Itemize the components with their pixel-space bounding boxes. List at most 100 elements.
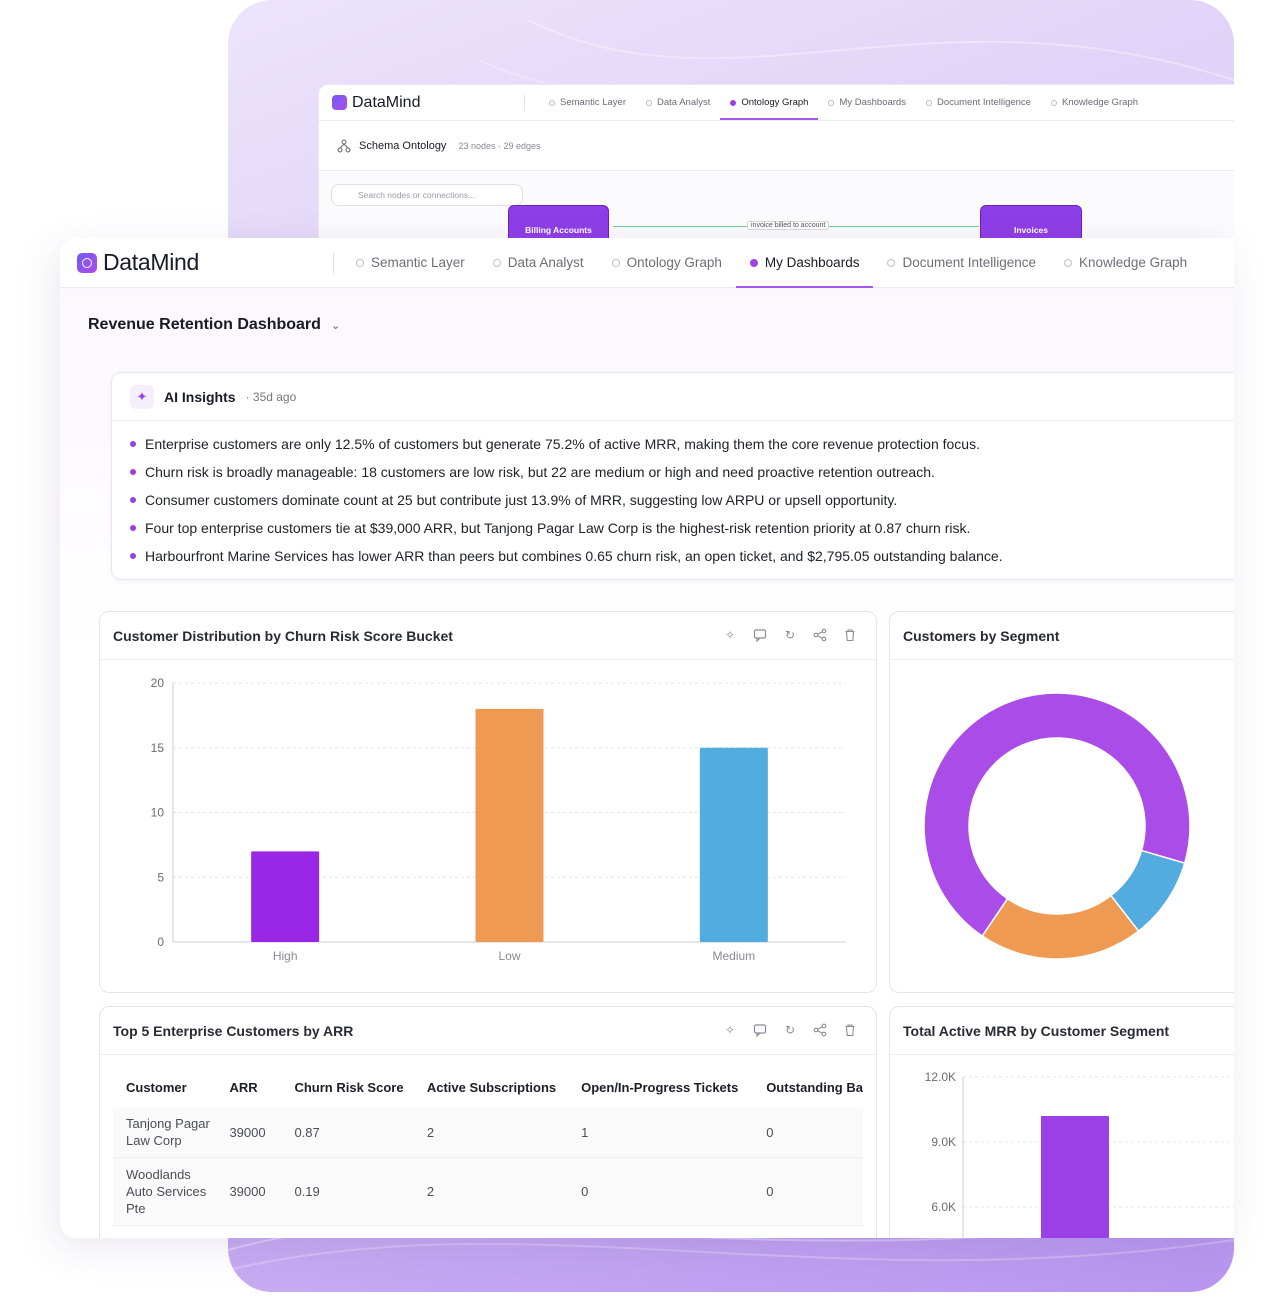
y-tick-label: 9.0K: [931, 1135, 956, 1149]
tab-label: Data Analyst: [657, 97, 711, 108]
tab-status-dot: [492, 258, 501, 267]
panel-toolbar: ✧ ↻: [722, 627, 858, 643]
y-tick-label: 20: [151, 676, 165, 690]
panel-title: Total Active MRR by Customer Segment: [903, 1022, 1170, 1039]
bar-high[interactable]: [251, 851, 320, 942]
comment-icon[interactable]: [752, 627, 768, 643]
sparkle-icon[interactable]: ✧: [722, 1022, 738, 1038]
tab-knowledge-graph[interactable]: Knowledge Graph: [1041, 85, 1148, 120]
panel-header: Customer Distribution by Churn Risk Scor…: [100, 612, 876, 660]
y-tick-label: 5: [157, 870, 164, 884]
refresh-icon[interactable]: ↻: [782, 627, 798, 643]
ai-insights-header: ✦ AI Insights · 35d ago: [112, 373, 1234, 421]
panel-header: Total Active MRR by Customer Segment: [890, 1007, 1234, 1055]
table-cell: 39000: [229, 1124, 266, 1140]
brand-logo[interactable]: DataMind: [60, 249, 333, 276]
hierarchy-icon: [337, 139, 351, 153]
brain-logo-icon: [332, 95, 347, 110]
list-item: Enterprise customers are only 12.5% of c…: [130, 434, 1234, 462]
divider: [333, 251, 334, 274]
bar-low[interactable]: [475, 708, 544, 942]
mrr-bar-chart: 6.0K 9.0K 12.0K: [925, 1070, 1234, 1238]
segment-chart-panel: Customers by Segment: [889, 611, 1234, 993]
panel-header: Top 5 Enterprise Customers by ARR ✧ ↻: [100, 1007, 876, 1055]
table-cell: 0.19: [294, 1184, 320, 1199]
segment-donut-chart: [923, 692, 1191, 960]
customers-table: Customer ARR Churn Risk Score Active Sub…: [113, 1067, 863, 1226]
x-tick-label: Low: [498, 949, 520, 963]
main-tab-list: Semantic Layer Data Analyst Ontology Graph…: [342, 238, 1201, 288]
bar-medium[interactable]: [699, 747, 768, 942]
top5-table-panel: Top 5 Enterprise Customers by ARR ✧ ↻ Cu…: [99, 1006, 877, 1238]
tab-my-dashboards[interactable]: My Dashboards: [818, 85, 916, 120]
tab-data-analyst[interactable]: Data Analyst: [479, 238, 598, 287]
column-header[interactable]: Active Subscriptions: [413, 1067, 569, 1107]
tab-semantic-layer[interactable]: Semantic Layer: [539, 85, 636, 120]
column-header[interactable]: Churn Risk Score: [281, 1067, 414, 1107]
table-row[interactable]: Tanjong Pagar Law Corp 39000 0.87 2 1 0: [113, 1107, 863, 1158]
tab-label: Document Intelligence: [936, 97, 1031, 108]
sparkle-icon: ✦: [130, 384, 154, 409]
y-tick-label: 6.0K: [931, 1200, 956, 1214]
tab-my-dashboards[interactable]: My Dashboards: [735, 238, 874, 288]
churn-bar-chart: 0 5 10 15 20 High Low Medium: [151, 676, 846, 963]
tab-ontology-graph[interactable]: Ontology Graph: [720, 85, 819, 120]
mrr-chart-panel: Total Active MRR by Customer Segment 6.0…: [889, 1006, 1234, 1238]
tab-status-dot: [646, 99, 653, 106]
tab-document-intelligence[interactable]: Document Intelligence: [873, 238, 1050, 287]
column-header[interactable]: Customer: [113, 1067, 217, 1107]
share-icon[interactable]: [812, 627, 828, 643]
tab-label: Ontology Graph: [741, 97, 809, 108]
back-nav-bar: DataMind Semantic Layer Data Analyst Ontol…: [319, 85, 1234, 121]
tab-label: Knowledge Graph: [1061, 97, 1139, 108]
column-header[interactable]: Outstanding Ba: [753, 1067, 863, 1107]
tab-knowledge-graph[interactable]: Knowledge Graph: [1050, 238, 1201, 287]
graph-search-input[interactable]: Search nodes or connections...: [331, 184, 523, 206]
x-tick-label: Medium: [712, 949, 755, 963]
tab-document-intelligence[interactable]: Document Intelligence: [916, 85, 1041, 120]
tab-status-dot: [828, 99, 835, 106]
bar-enterprise[interactable]: [1041, 1116, 1109, 1238]
back-tab-list: Semantic Layer Data Analyst Ontology Graph…: [539, 85, 1148, 120]
panel-title: Top 5 Enterprise Customers by ARR: [113, 1022, 354, 1039]
sparkle-icon[interactable]: ✧: [722, 627, 738, 643]
tab-status-dot: [925, 99, 932, 106]
x-tick-label: High: [273, 949, 298, 963]
comment-icon[interactable]: [752, 1022, 768, 1038]
trash-icon[interactable]: [842, 627, 858, 643]
brand-name: DataMind: [103, 249, 200, 275]
schema-title: Schema Ontology: [359, 139, 447, 152]
table-cell: 0: [581, 1184, 589, 1199]
list-item: Churn risk is broadly manageable: 18 cus…: [130, 462, 1234, 490]
tab-status-dot: [887, 258, 896, 267]
tab-ontology-graph[interactable]: Ontology Graph: [598, 238, 736, 287]
dashboard-selector[interactable]: Revenue Retention Dashboard ⌄: [88, 316, 340, 334]
panel-header: Customers by Segment: [890, 612, 1234, 660]
tab-semantic-layer[interactable]: Semantic Layer: [342, 238, 479, 287]
column-header[interactable]: ARR: [216, 1067, 282, 1107]
list-item: Four top enterprise customers tie at $39…: [130, 518, 1234, 546]
column-header[interactable]: Open/In-Progress Tickets: [568, 1067, 754, 1107]
y-tick-label: 10: [151, 806, 165, 820]
brand-name: DataMind: [352, 93, 421, 111]
tab-status-dot: [749, 258, 758, 267]
share-icon[interactable]: [812, 1022, 828, 1038]
table-row[interactable]: Woodlands Auto Services Pte 39000 0.19 2…: [113, 1157, 863, 1226]
dashboard-title: Revenue Retention Dashboard: [88, 316, 321, 333]
tab-status-dot: [1050, 99, 1057, 106]
churn-chart-panel: Customer Distribution by Churn Risk Scor…: [99, 611, 877, 993]
list-item: Consumer customers dominate count at 25 …: [130, 490, 1234, 518]
table-cell: Woodlands Auto Services Pte: [126, 1167, 207, 1216]
donut-slice-2[interactable]: [981, 894, 1140, 960]
panel-title: Customer Distribution by Churn Risk Scor…: [113, 627, 453, 644]
schema-meta: 23 nodes · 29 edges: [458, 140, 541, 151]
top-nav-bar: DataMind Semantic Layer Data Analyst Ontol…: [60, 238, 1234, 288]
back-brand-logo[interactable]: DataMind: [319, 94, 524, 112]
tab-label: My Dashboards: [764, 255, 860, 270]
trash-icon[interactable]: [842, 1022, 858, 1038]
chevron-down-icon: ⌄: [330, 319, 341, 332]
tab-label: Knowledge Graph: [1079, 255, 1188, 270]
tab-label: Ontology Graph: [626, 255, 722, 270]
tab-data-analyst[interactable]: Data Analyst: [636, 85, 720, 120]
refresh-icon[interactable]: ↻: [782, 1022, 798, 1038]
